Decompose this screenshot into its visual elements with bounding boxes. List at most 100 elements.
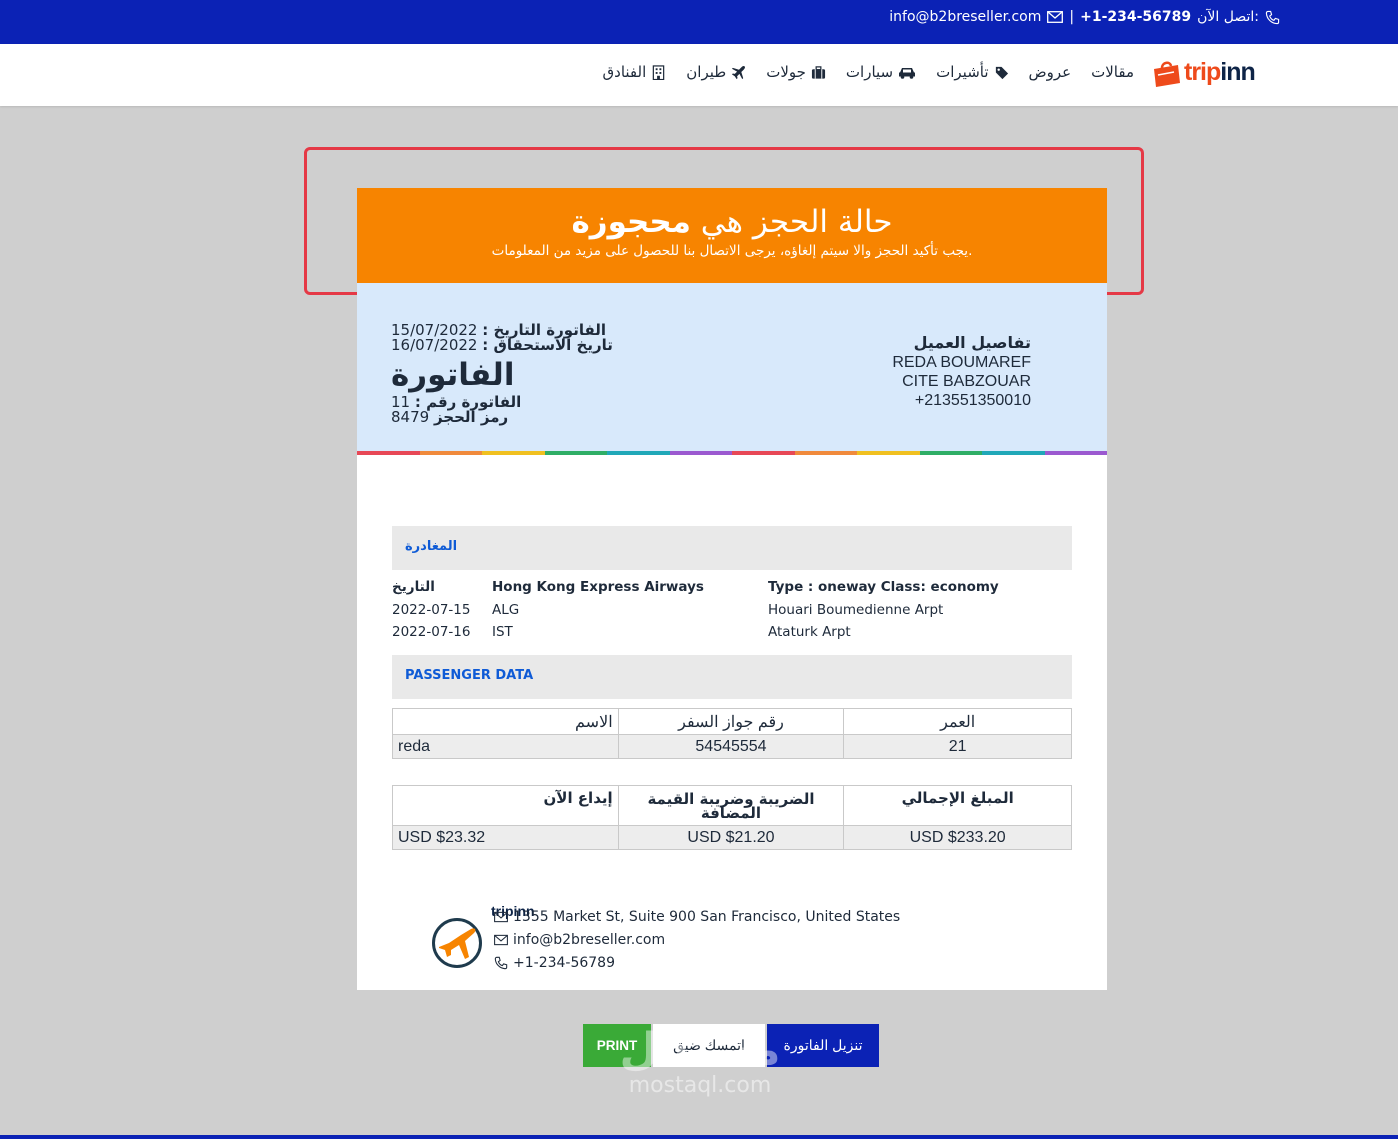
passenger-age: 21 (843, 734, 1072, 759)
call-label: اتصل الآن: (1197, 9, 1259, 25)
email-link[interactable]: info@b2breseller.com (889, 9, 1041, 25)
contact-bar: info@b2breseller.com | +1-234-56789 اتصل… (889, 9, 1280, 25)
passenger-title: PASSENGER DATA (405, 668, 534, 683)
phone-icon (1265, 10, 1280, 24)
nav-item-flights[interactable]: طيران (686, 63, 746, 81)
booking-code: 8479 (391, 408, 430, 426)
rainbow-divider (357, 451, 1107, 455)
header-name: الاسم (392, 708, 619, 735)
company-phone-line: +1-234-56789 (494, 955, 615, 971)
departure-date: 2022-07-15 (392, 601, 471, 618)
customer-phone: +213551350010 (914, 392, 1031, 409)
passenger-passport: 54545554 (617, 734, 845, 759)
brand-part-2: inn (1220, 58, 1255, 86)
flight-airline-column: Hong Kong Express Airways ALG IST (492, 576, 704, 644)
company-email-line: info@b2breseller.com (494, 932, 665, 948)
departure-title: المغادرة (405, 539, 458, 554)
print-button[interactable]: PRINT (583, 1024, 651, 1067)
download-invoice-button[interactable]: تنزيل الفاتورة (767, 1024, 879, 1067)
nav-label: جولات (766, 63, 806, 81)
header-total: المبلغ الإجمالي (843, 785, 1072, 826)
departure-airport: Houari Boumedienne Arpt (768, 601, 944, 618)
car-icon (899, 67, 916, 79)
due-date-row: 16/07/2022 تاريخ الاستحقاق : (391, 338, 613, 353)
header-passport: رقم جواز السفر (617, 708, 845, 735)
nav-label: عروض (1028, 63, 1072, 81)
separator: | (1069, 9, 1075, 25)
building-icon (653, 64, 665, 80)
arrival-code: IST (492, 624, 513, 640)
due-date-label: تاريخ الاستحقاق : (482, 336, 613, 354)
status-subtitle: .يجب تأكيد الحجز والا سيتم إلغاؤه، يرجى … (491, 243, 973, 259)
deposit-value: USD $23.32 (392, 825, 619, 850)
customer-details: تفاصيل العميل REDA BOUMAREF CITE BABZOUA… (892, 333, 1031, 410)
nav-item-offers[interactable]: عروض (1029, 63, 1072, 81)
action-buttons: PRINT اتمسك ضيق تنزيل الفاتورة (583, 1024, 879, 1067)
plane-icon (732, 65, 746, 79)
envelope-icon (494, 911, 508, 923)
booking-status-banner: حالة الحجز هي محجوزة .يجب تأكيد الحجز وا… (357, 188, 1107, 283)
brand-logo[interactable]: trip inn (1152, 58, 1256, 87)
company-address: 1355 Market St, Suite 900 San Francisco,… (513, 909, 901, 925)
table-row: reda 54545554 21 (392, 734, 1072, 759)
company-address-line: 1355 Market St, Suite 900 San Francisco,… (494, 909, 900, 925)
envelope-icon (494, 934, 508, 946)
nav-label: تأشيرات (936, 63, 989, 81)
passenger-name: reda (392, 734, 619, 759)
nav-menu: مقالات عروض تأشيرات سيارات جولات طيران ا… (603, 63, 1134, 81)
company-phone[interactable]: +1-234-56789 (513, 955, 615, 971)
total-value: USD $233.20 (843, 825, 1072, 850)
booking-code-row: 8479 رمز الحجز (391, 410, 613, 425)
date-header: التاريخ (392, 579, 435, 595)
departure-section-header: المغادرة (392, 526, 1072, 570)
totals-header-row: إيداع الآن الضريبة وضريبة القيمة المضافة… (392, 785, 1072, 826)
shopping-bag-icon (1152, 61, 1182, 87)
status-title: حالة الحجز هي محجوزة (357, 204, 1107, 240)
totals-table: إيداع الآن الضريبة وضريبة القيمة المضافة… (392, 785, 1072, 850)
brand-part-1: trip (1184, 58, 1221, 86)
invoice-card: 15/07/2022 الفاتورة التاريخ : 16/07/2022… (357, 283, 1107, 990)
header-deposit: إيداع الآن (392, 785, 619, 826)
invoice-meta: 15/07/2022 الفاتورة التاريخ : 16/07/2022… (391, 323, 613, 425)
invoice-heading: الفاتورة (391, 357, 515, 393)
main-navbar: trip inn مقالات عروض تأشيرات سيارات جولات… (0, 44, 1398, 106)
header-tax: الضريبة وضريبة القيمة المضافة (617, 785, 845, 826)
company-email[interactable]: info@b2breseller.com (513, 932, 665, 948)
status-prefix: حالة الحجز هي (700, 204, 893, 240)
airline-name: Hong Kong Express Airways (492, 579, 704, 595)
passenger-table: الاسم رقم جواز السفر العمر reda 54545554… (392, 708, 1072, 759)
plane-logo-icon (432, 918, 482, 968)
tag-icon (995, 66, 1008, 79)
nav-label: سيارات (845, 63, 894, 81)
nav-label: مقالات (1091, 63, 1134, 81)
hold-button[interactable]: اتمسك ضيق (653, 1024, 765, 1067)
invoice-header: 15/07/2022 الفاتورة التاريخ : 16/07/2022… (357, 283, 1107, 455)
flight-type-class: Type : oneway Class: economy (768, 579, 999, 595)
status-value: محجوزة (571, 204, 691, 240)
bottom-bar (0, 1135, 1398, 1139)
phone-link[interactable]: +1-234-56789 (1080, 9, 1191, 25)
passenger-section-header: PASSENGER DATA (392, 655, 1072, 699)
nav-item-cars[interactable]: سيارات (846, 63, 916, 81)
suitcase-icon (811, 65, 825, 79)
nav-item-articles[interactable]: مقالات (1091, 63, 1134, 81)
nav-item-hotels[interactable]: الفنادق (603, 63, 667, 81)
totals-row: USD $23.32 USD $21.20 USD $233.20 (392, 825, 1072, 850)
watermark-latin: mostaql.com (628, 1073, 772, 1098)
booking-code-label: رمز الحجز (433, 408, 509, 426)
table-header-row: الاسم رقم جواز السفر العمر (392, 708, 1072, 735)
customer-title: تفاصيل العميل (913, 333, 1031, 352)
customer-name: REDA BOUMAREF (892, 354, 1031, 371)
nav-item-visas[interactable]: تأشيرات (936, 63, 1008, 81)
flight-dates-column: التاريخ 2022-07-15 2022-07-16 (392, 576, 470, 644)
customer-address: CITE BABZOUAR (902, 373, 1031, 390)
departure-code: ALG (492, 601, 520, 618)
nav-item-tours[interactable]: جولات (766, 63, 826, 81)
header-age: العمر (843, 708, 1072, 735)
tax-value: USD $21.20 (617, 825, 845, 850)
nav-label: الفنادق (602, 63, 647, 81)
flight-type-column: Type : oneway Class: economy Houari Boum… (768, 576, 999, 644)
nav-label: طيران (686, 63, 727, 81)
top-bar: info@b2breseller.com | +1-234-56789 اتصل… (0, 0, 1398, 44)
envelope-icon (1047, 11, 1064, 23)
